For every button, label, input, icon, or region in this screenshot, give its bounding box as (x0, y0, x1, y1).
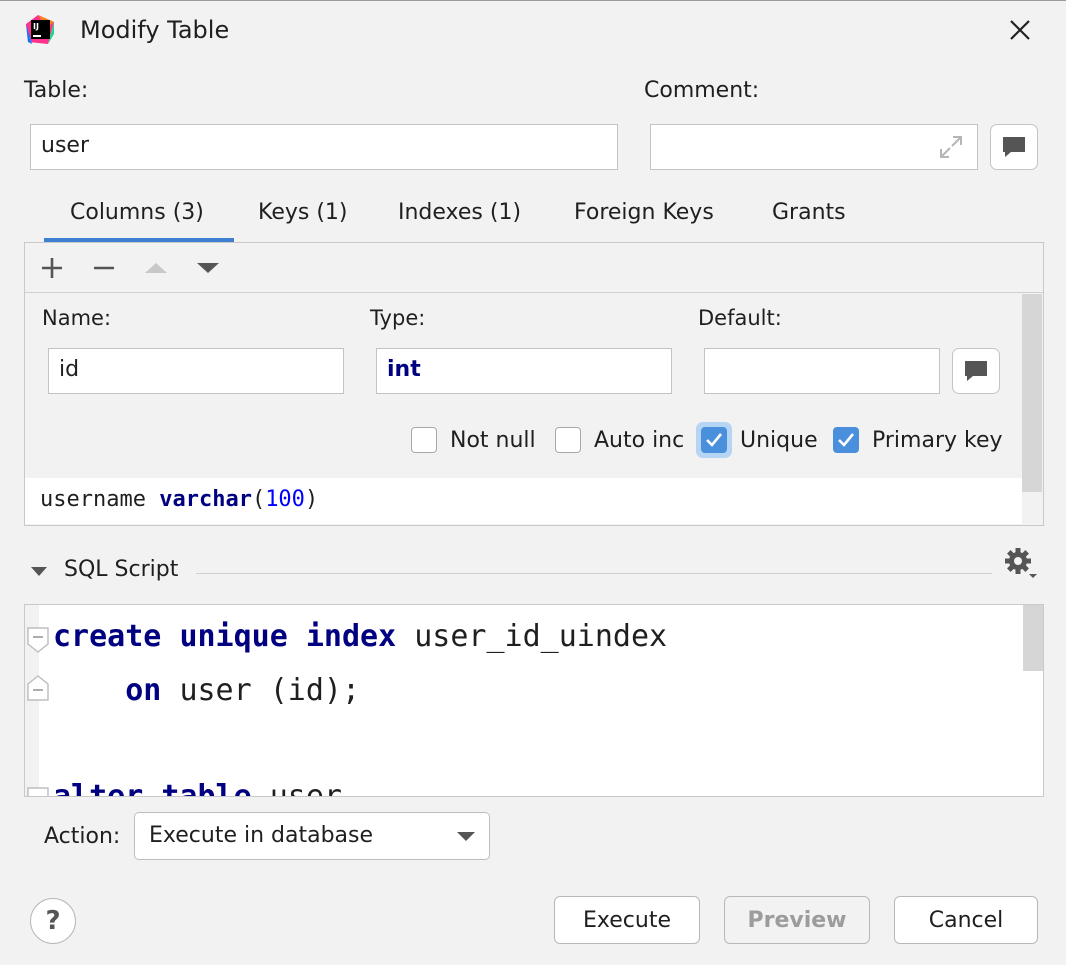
tab-indexes[interactable]: Indexes (1) (398, 200, 521, 225)
comment-edit-button[interactable] (990, 124, 1038, 170)
column-row-name: username (40, 487, 146, 512)
checkmark-icon (706, 433, 723, 447)
primary-key-label: Primary key (872, 428, 1003, 453)
column-name-input[interactable]: id (48, 348, 344, 394)
intellij-logo-icon: IJ (24, 14, 56, 46)
action-dropdown[interactable]: Execute in database (134, 812, 490, 860)
unique-label: Unique (740, 428, 818, 453)
sql-identifier: user (269, 779, 342, 797)
not-null-label: Not null (450, 428, 536, 453)
primary-key-checkbox[interactable] (833, 427, 859, 453)
sql-keyword: table (161, 779, 252, 797)
name-label: Name: (42, 306, 112, 330)
auto-inc-checkbox[interactable] (555, 427, 581, 453)
execute-button[interactable]: Execute (554, 896, 700, 944)
sql-keyword: alter (53, 779, 144, 797)
sql-line-1: create unique index user_id_uindex (53, 617, 667, 657)
fold-end-marker-icon[interactable] (27, 675, 49, 705)
fold-marker-icon[interactable] (27, 787, 49, 796)
table-label: Table: (24, 78, 89, 103)
move-down-icon[interactable] (194, 254, 222, 286)
column-row-open-paren: ( (251, 487, 266, 512)
unique-checkbox[interactable] (701, 427, 727, 453)
editor-scrollbar[interactable] (1023, 605, 1043, 671)
tab-grants[interactable]: Grants (772, 200, 846, 225)
sql-section-divider (196, 573, 992, 574)
not-null-checkbox[interactable] (411, 427, 437, 453)
expand-icon[interactable] (937, 133, 965, 176)
column-type-input[interactable]: int (376, 348, 672, 394)
sql-identifier: user (id); (179, 673, 361, 708)
default-label: Default: (698, 306, 782, 330)
action-label: Action: (44, 824, 121, 849)
move-up-icon[interactable] (142, 254, 170, 286)
cancel-button[interactable]: Cancel (894, 896, 1038, 944)
checkmark-icon (838, 433, 855, 447)
chevron-down-icon (455, 828, 477, 848)
sql-editor[interactable]: create unique index user_id_uindex on us… (24, 604, 1044, 797)
comment-input[interactable] (650, 124, 978, 170)
type-label: Type: (370, 306, 426, 330)
remove-column-icon[interactable] (90, 254, 118, 286)
columns-scrollbar[interactable] (1022, 294, 1042, 492)
sql-line-3: alter table user (53, 777, 342, 797)
tab-keys[interactable]: Keys (1) (258, 200, 348, 225)
tab-columns[interactable]: Columns (3) (70, 200, 204, 225)
svg-text:IJ: IJ (33, 22, 39, 31)
help-button[interactable]: ? (30, 898, 76, 944)
comment-label: Comment: (644, 78, 760, 103)
column-row-size: 100 (265, 487, 305, 512)
column-row-close-paren: ) (304, 487, 319, 512)
fold-marker-icon[interactable] (27, 627, 49, 657)
preview-button[interactable]: Preview (724, 896, 870, 944)
add-column-icon[interactable] (38, 254, 66, 286)
sql-line-2: on user (id); (53, 671, 360, 711)
action-dropdown-value: Execute in database (149, 823, 374, 848)
collapse-chevron-icon[interactable] (28, 561, 50, 587)
column-default-input[interactable] (704, 348, 940, 394)
sql-keyword: unique (179, 619, 288, 654)
column-row-username[interactable]: username varchar(100) (25, 478, 1022, 524)
column-comment-button[interactable] (952, 348, 1000, 394)
sql-keyword: create (53, 619, 162, 654)
comment-bubble-icon (1003, 137, 1025, 157)
auto-inc-label: Auto inc (594, 428, 685, 453)
window-title: Modify Table (80, 16, 230, 44)
comment-bubble-icon (965, 361, 987, 381)
table-name-input[interactable]: user (30, 124, 618, 170)
sql-script-label[interactable]: SQL Script (64, 557, 178, 582)
column-row-type: varchar (159, 487, 252, 512)
sql-keyword: index (305, 619, 397, 654)
sql-identifier: user_id_uindex (414, 619, 668, 654)
gear-icon[interactable] (1002, 545, 1038, 585)
sql-keyword: on (125, 673, 162, 708)
close-icon[interactable] (1004, 14, 1036, 46)
tab-foreign-keys[interactable]: Foreign Keys (574, 200, 714, 225)
toolbar-divider (25, 292, 1043, 293)
